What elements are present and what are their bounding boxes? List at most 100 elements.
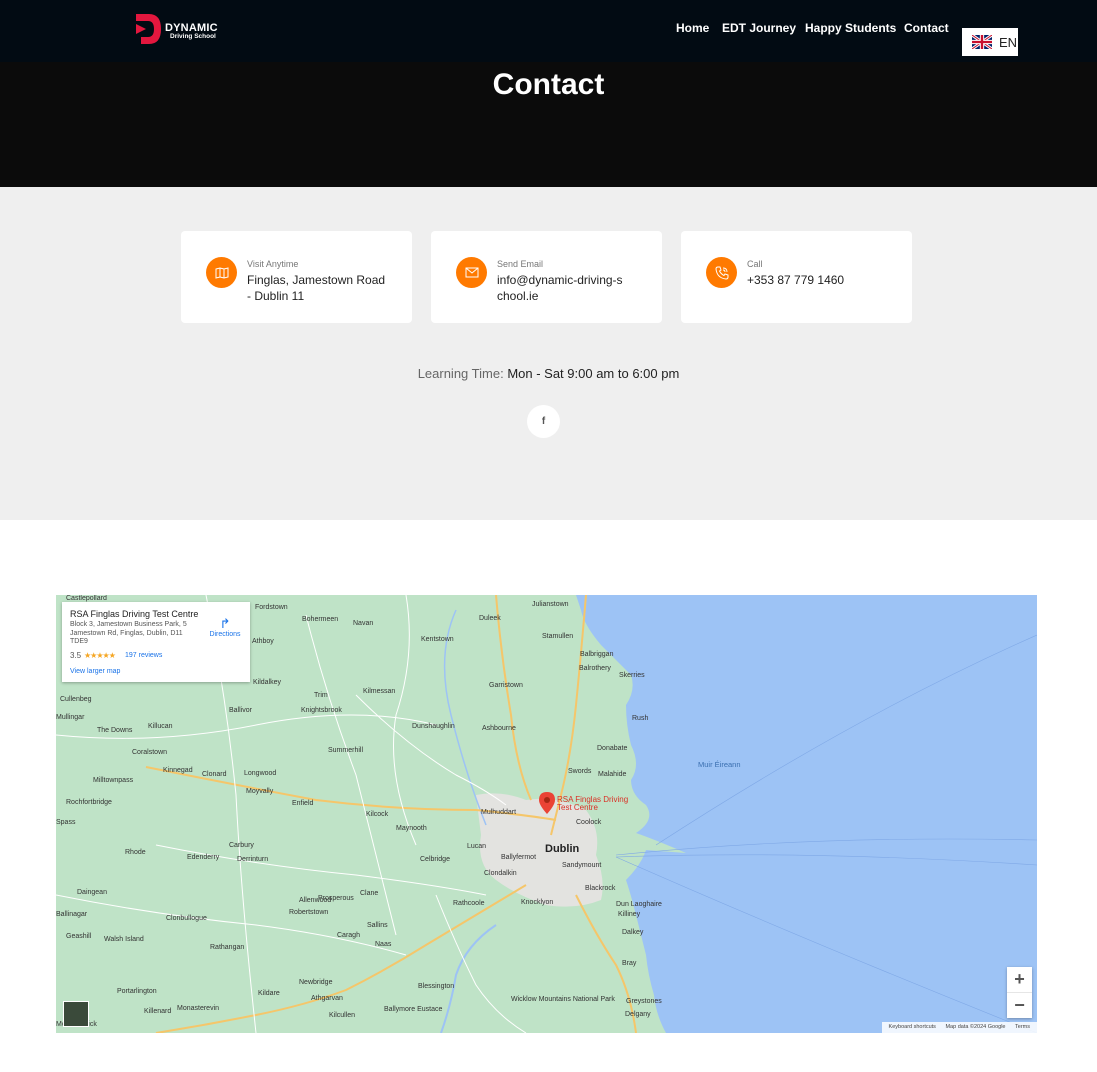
map-place-label: Daingean bbox=[77, 889, 107, 896]
reviews-link[interactable]: 197 reviews bbox=[125, 652, 162, 659]
map-place-label: Summerhill bbox=[328, 747, 364, 754]
logo-mark-icon bbox=[136, 14, 161, 44]
mail-icon bbox=[456, 257, 487, 288]
map-place-label: Cullenbeg bbox=[60, 696, 92, 703]
terms-link[interactable]: Terms bbox=[1015, 1024, 1030, 1030]
map-place-label: Coolock bbox=[576, 819, 602, 826]
map-place-label: Kinnegad bbox=[163, 767, 193, 774]
map-place-label: Kilcock bbox=[366, 811, 389, 818]
map-place-label: Killiney bbox=[618, 911, 641, 918]
map-place-label: Wicklow Mountains National Park bbox=[511, 996, 615, 1003]
map-place-label: Maynooth bbox=[396, 825, 427, 832]
zoom-in-button[interactable]: + bbox=[1007, 967, 1032, 992]
language-switcher[interactable]: EN bbox=[962, 28, 1018, 56]
city-label-dublin: Dublin bbox=[545, 843, 580, 855]
map-place-label: Killenard bbox=[144, 1008, 172, 1015]
map-place-label: Celbridge bbox=[420, 856, 450, 863]
map-attribution: Keyboard shortcuts Map data ©2024 Google… bbox=[881, 1022, 1037, 1033]
map-place-label: Balrothery bbox=[579, 665, 611, 672]
map-place-label: Rathcoole bbox=[453, 900, 485, 907]
phone-link[interactable]: +353 87 779 1460 bbox=[747, 272, 892, 288]
map-place-label: Trim bbox=[314, 692, 328, 699]
map-place-label: Knightsbrook bbox=[301, 707, 342, 714]
nav-home[interactable]: Home bbox=[676, 21, 709, 35]
rating-stars-icon: ★★★★★ bbox=[84, 651, 116, 660]
map-place-label: Robertstown bbox=[289, 909, 329, 916]
place-rating: 3.5 bbox=[70, 651, 82, 660]
logo-tagline: Driving School bbox=[170, 33, 216, 40]
place-title: RSA Finglas Driving Test Centre bbox=[70, 609, 199, 619]
visit-card: Visit Anytime Finglas, Jamestown Road - … bbox=[181, 231, 412, 323]
map-place-label: Greystones bbox=[626, 998, 662, 1005]
google-map-embed[interactable]: Castlepollard Fordstown Julianstown Boherme… bbox=[56, 595, 1037, 1033]
map-place-label: Milltownpass bbox=[93, 777, 134, 784]
zoom-out-button[interactable]: − bbox=[1007, 992, 1032, 1018]
map-place-label: Moyvally bbox=[246, 788, 274, 795]
map-place-label: Fordstown bbox=[255, 604, 288, 611]
nav-edt-journey[interactable]: EDT Journey bbox=[722, 21, 796, 35]
map-place-label: The Downs bbox=[97, 727, 133, 734]
map-place-label: Carbury bbox=[229, 842, 254, 849]
satellite-toggle[interactable] bbox=[63, 1001, 89, 1027]
map-place-label: Geashill bbox=[66, 933, 92, 940]
nav-contact[interactable]: Contact bbox=[904, 21, 949, 35]
map-place-label: Enfield bbox=[292, 800, 314, 807]
hours-label: Learning Time: bbox=[417, 366, 504, 381]
directions-icon: ↱ bbox=[219, 616, 231, 631]
site-logo[interactable]: DYNAMIC Driving School bbox=[133, 12, 233, 46]
top-navigation-bar: DYNAMIC Driving School Home EDT Journey … bbox=[0, 0, 1097, 62]
phone-icon bbox=[706, 257, 737, 288]
page-hero: Contact bbox=[0, 62, 1097, 187]
nav-happy-students[interactable]: Happy Students bbox=[805, 21, 896, 35]
map-place-label: Rathangan bbox=[210, 944, 245, 951]
map-place-label: Dalkey bbox=[622, 929, 644, 936]
uk-flag-icon bbox=[972, 35, 992, 49]
place-address: Block 3, Jamestown Business Park, 5 Jame… bbox=[70, 621, 187, 645]
call-label: Call bbox=[747, 259, 763, 269]
visit-label: Visit Anytime bbox=[247, 259, 299, 269]
map-place-label: Clonbullogue bbox=[166, 915, 207, 922]
email-label: Send Email bbox=[497, 259, 544, 269]
address-text: Finglas, Jamestown Road - Dublin 11 bbox=[247, 273, 386, 303]
email-link[interactable]: info@dynamic-driving-school.ie bbox=[497, 272, 627, 304]
map-place-label: Portarlington bbox=[117, 988, 157, 995]
map-place-label: Lucan bbox=[467, 843, 487, 850]
language-code: EN bbox=[999, 34, 1018, 50]
map-place-label: Swords bbox=[568, 768, 592, 775]
map-place-label: Sandymount bbox=[562, 862, 602, 869]
directions-button[interactable]: ↱ Directions bbox=[205, 616, 245, 639]
map-place-label: Knocklyon bbox=[521, 899, 554, 906]
map-pin-icon[interactable] bbox=[539, 792, 555, 814]
pin-label: RSA Finglas Driving Test Centre bbox=[557, 795, 629, 812]
map-place-label: Blessington bbox=[418, 983, 455, 990]
map-icon bbox=[206, 257, 237, 288]
map-place-label: Ballinagar bbox=[56, 911, 88, 918]
map-place-label: Killucan bbox=[148, 723, 173, 730]
map-place-label: Navan bbox=[353, 620, 374, 627]
map-place-label: Mulhuddart bbox=[481, 809, 517, 816]
keyboard-shortcuts-link[interactable]: Keyboard shortcuts bbox=[889, 1024, 936, 1030]
map-place-label: Edenderry bbox=[187, 854, 220, 861]
map-zoom-controls: + − bbox=[1007, 967, 1032, 1018]
page-title: Contact bbox=[492, 68, 605, 101]
map-place-label: Caragh bbox=[337, 932, 360, 939]
map-place-label: Clane bbox=[360, 890, 379, 897]
map-place-label: Kilmessan bbox=[363, 688, 396, 695]
map-place-label: Derrinturn bbox=[237, 856, 269, 863]
map-place-label: Donabate bbox=[597, 745, 628, 752]
map-place-label: Clondalkin bbox=[484, 870, 517, 877]
map-place-label: Newbridge bbox=[299, 979, 333, 986]
map-place-label: Dun Laoghaire bbox=[616, 901, 662, 908]
map-place-label: Athboy bbox=[252, 638, 274, 645]
map-data-text: Map data ©2024 Google bbox=[945, 1024, 1006, 1030]
map-place-label: Rochfortbridge bbox=[66, 799, 112, 806]
facebook-icon: f bbox=[541, 416, 546, 427]
map-place-label: Clonard bbox=[202, 771, 227, 778]
hours-value: Mon - Sat 9:00 am to 6:00 pm bbox=[507, 366, 680, 381]
view-larger-map-link[interactable]: View larger map bbox=[70, 668, 120, 675]
call-card: Call +353 87 779 1460 bbox=[681, 231, 912, 323]
facebook-button[interactable]: f bbox=[527, 405, 560, 438]
map-place-label: Rush bbox=[632, 715, 649, 722]
map-place-label: Balbriggan bbox=[580, 651, 614, 658]
map-place-label: Mullingar bbox=[56, 714, 85, 721]
